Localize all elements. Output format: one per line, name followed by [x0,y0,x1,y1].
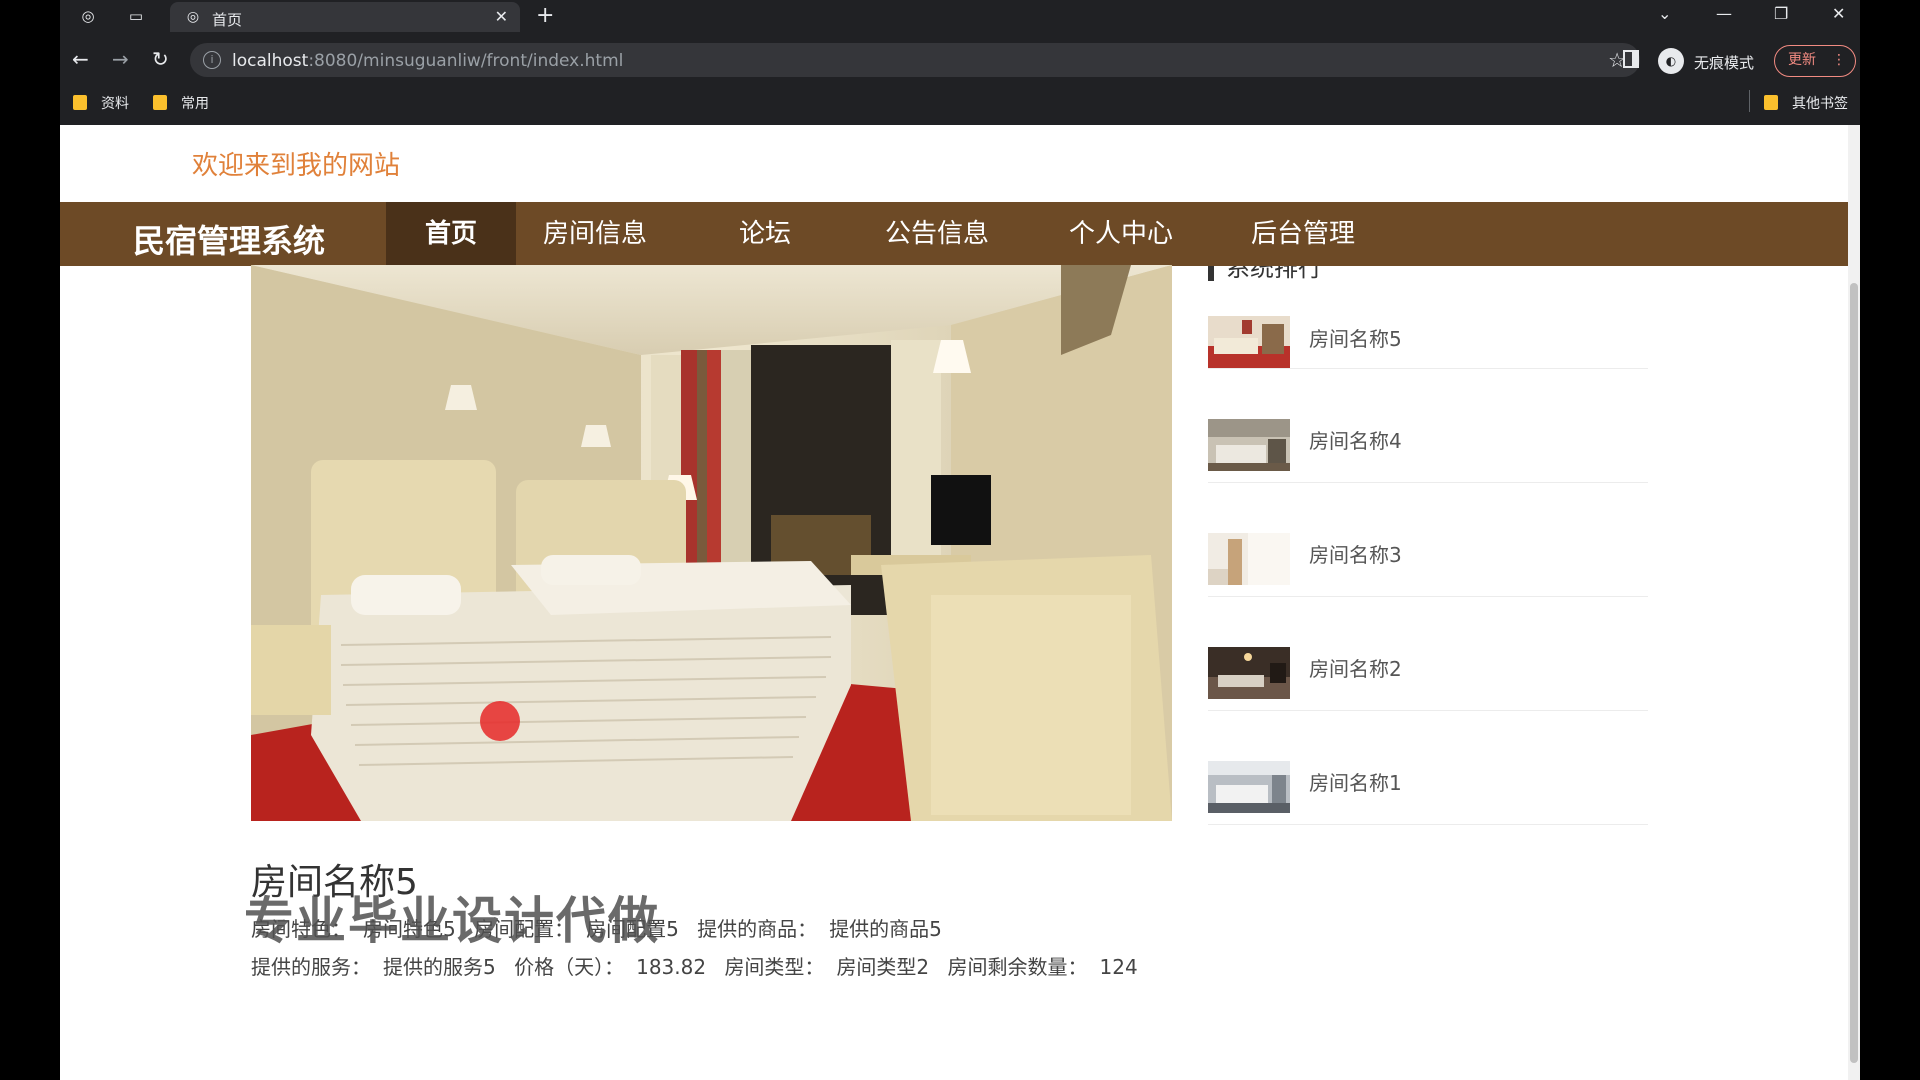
nav-admin[interactable]: 后台管理 [1218,202,1388,266]
tab-search-icon[interactable]: ▭ [126,6,146,26]
globe-icon: ◎ [186,9,200,25]
folder-icon [73,95,87,110]
tab-title: 首页 [212,11,243,29]
room-image [1208,761,1290,813]
room-name[interactable]: 房间名称4 [1309,425,1402,454]
detail-label: 房间类型： [724,955,825,979]
room-image [1208,647,1290,699]
globe-icon[interactable]: ◎ [78,6,98,26]
nav-home[interactable]: 首页 [386,202,516,266]
room-thumbnail[interactable] [1208,761,1290,813]
detail-value: 房间类型2 [836,955,930,979]
room-thumbnail[interactable] [1208,533,1290,585]
watermark-text: 专业毕业设计代做 [244,892,660,950]
nav-forum[interactable]: 论坛 [700,202,830,266]
folder-icon [1764,95,1778,110]
sidebar-room-item[interactable]: 房间名称1 [1208,711,1648,825]
detail-value: 提供的商品5 [829,917,942,941]
detail-label: 提供的商品： [697,917,818,941]
url-text[interactable]: localhost:8080/minsuguanliw/front/index.… [232,51,623,71]
brand-title[interactable]: 民宿管理系统 [133,216,325,262]
sidebar-room-item[interactable]: 房间名称4 [1208,369,1648,483]
browser-toolbar: ← → ↻ i localhost:8080/minsuguanliw/fron… [60,40,1860,80]
bookmark-folder-changyong[interactable]: 常用 [153,93,209,113]
room-name[interactable]: 房间名称5 [1309,323,1402,352]
room-thumbnail[interactable] [1208,647,1290,699]
detail-label: 提供的服务： [251,955,371,979]
detail-label: 价格（天）： [514,955,625,979]
sidebar-room-item[interactable]: 房间名称3 [1208,483,1648,597]
sidebar-room-item[interactable]: 房间名称5 [1208,255,1648,369]
page-scrollbar[interactable] [1848,125,1860,1080]
room-thumbnail[interactable] [1208,419,1290,471]
side-panel-icon[interactable] [1623,50,1639,68]
room-name[interactable]: 房间名称2 [1309,653,1402,682]
bookmarks-bar: 资料 常用 其他书签 [60,88,1860,116]
room-name[interactable]: 房间名称3 [1309,539,1402,568]
room-hero-image[interactable] [251,265,1172,821]
nav-personal-center[interactable]: 个人中心 [1036,202,1206,266]
reload-icon[interactable]: ↻ [152,48,169,70]
scrollbar-thumb[interactable] [1850,283,1858,1063]
room-image [1208,316,1290,368]
incognito-icon[interactable]: ◐ [1658,48,1684,74]
tab-bar: ◎ ▭ ◎ 首页 ✕ + ⌄ — ❐ ✕ [60,0,1860,32]
incognito-label: 无痕模式 [1694,54,1755,72]
bookmark-folder-ziliao[interactable]: 资料 [73,93,129,113]
address-bar[interactable]: i localhost:8080/minsuguanliw/front/inde… [190,43,1640,77]
room-image [1208,533,1290,585]
nav-notices[interactable]: 公告信息 [852,202,1022,266]
folder-icon [153,95,167,110]
update-button[interactable]: 更新 ⋮ [1774,45,1856,77]
tab-home[interactable]: ◎ 首页 ✕ [170,2,520,32]
room-detail-row: 提供的服务： 提供的服务5 价格（天）： 183.82 房间类型： 房间类型2 房间剩… [251,951,1150,980]
back-icon[interactable]: ← [72,48,89,70]
bookmark-folder-other[interactable]: 其他书签 [1764,93,1848,113]
page-viewport: 欢迎来到我的网站 系统排行 房间名称5 房间名称4 房间名称3 房间名称2 房间… [60,125,1860,1080]
nav-rooms[interactable]: 房间信息 [520,202,670,266]
detail-value: 124 [1099,955,1138,979]
window-close-icon[interactable]: ✕ [1832,4,1845,23]
room-photo [251,265,1172,821]
room-thumbnail[interactable] [1208,316,1290,368]
more-icon[interactable]: ⋮ [1832,46,1846,75]
restore-icon[interactable]: ❐ [1774,4,1788,23]
minimize-icon[interactable]: — [1716,4,1732,23]
bookmark-separator [1749,90,1750,112]
cursor-highlight [480,701,520,741]
forward-icon[interactable]: → [112,48,129,70]
detail-label: 房间剩余数量： [947,955,1088,979]
info-icon[interactable]: i [203,51,221,69]
new-tab-icon[interactable]: + [536,3,554,28]
chevron-down-icon[interactable]: ⌄ [1658,4,1671,23]
detail-value: 183.82 [636,955,707,979]
sidebar-room-item[interactable]: 房间名称2 [1208,597,1648,711]
room-image [1208,419,1290,471]
welcome-text: 欢迎来到我的网站 [192,151,401,181]
detail-value: 提供的服务5 [383,955,496,979]
main-navbar: 民宿管理系统 首页 房间信息 论坛 公告信息 个人中心 后台管理 [60,202,1848,266]
close-icon[interactable]: ✕ [495,7,508,26]
browser-chrome: ◎ ▭ ◎ 首页 ✕ + ⌄ — ❐ ✕ ← → ↻ i localhost:8… [60,0,1860,125]
room-name[interactable]: 房间名称1 [1309,767,1402,796]
